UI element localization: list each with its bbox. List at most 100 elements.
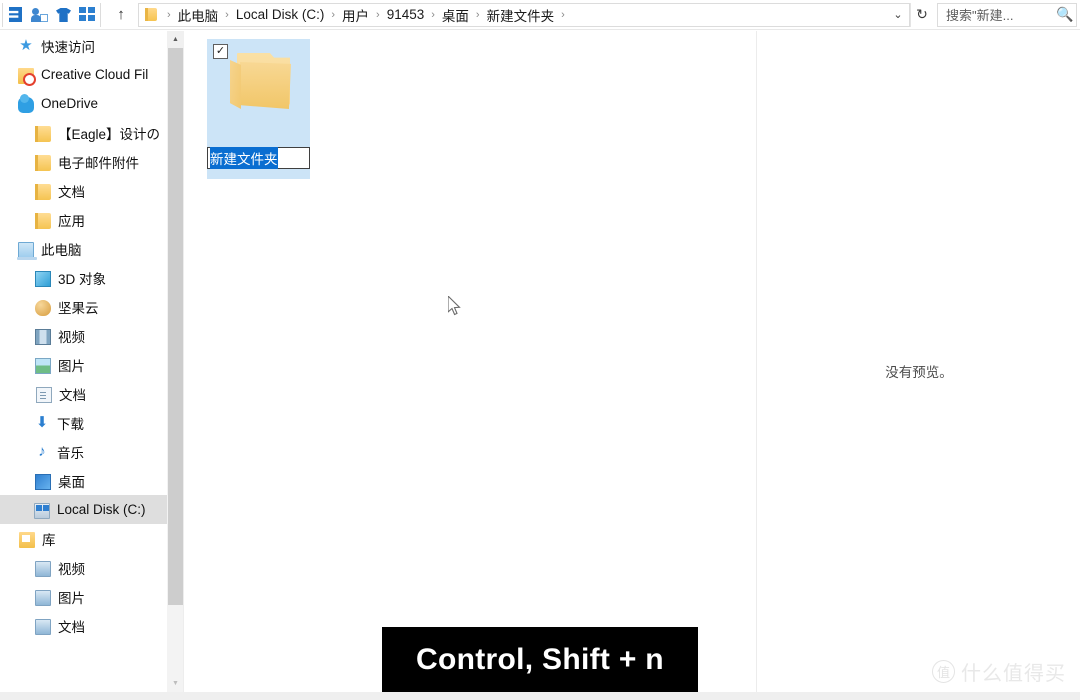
search-input[interactable]: 搜索"新建... 🔍: [937, 2, 1077, 27]
breadcrumb-separator: ›: [376, 8, 380, 21]
breadcrumb-separator: ›: [561, 8, 565, 21]
sidebar-item-onedrive-documents[interactable]: 文档: [0, 176, 167, 205]
sidebar-item-label: 图片: [58, 358, 85, 374]
3d-objects-icon: [35, 270, 51, 287]
breadcrumb: › 此电脑 › Local Disk (C:) › 用户 › 91453 › 桌…: [162, 5, 570, 25]
sidebar-item-creative-cloud-files[interactable]: Creative Cloud Fil: [0, 60, 167, 89]
refresh-button[interactable]: ↻: [910, 2, 933, 27]
search-input-value: 搜索"新建...: [946, 8, 1014, 23]
rename-input[interactable]: 新建文件夹: [207, 147, 310, 169]
folder-icon: [230, 53, 291, 109]
folder-icon: [35, 183, 51, 200]
sidebar-item-this-pc[interactable]: 此电脑: [0, 234, 167, 263]
sidebar-item-label: 应用: [58, 213, 85, 229]
sidebar-item-onedrive[interactable]: OneDrive: [0, 89, 167, 118]
nutstore-icon: [35, 299, 51, 316]
preview-empty-message: 没有预览。: [885, 365, 953, 380]
breadcrumb-separator: ›: [167, 8, 171, 21]
sidebar-item-label: 3D 对象: [58, 271, 107, 287]
folder-icon: [145, 8, 157, 21]
scroll-down-icon[interactable]: ▼: [167, 675, 184, 692]
sidebar-item-label: 音乐: [57, 445, 84, 461]
sidebar-item-label: Local Disk (C:): [57, 502, 146, 517]
breadcrumb-item-this-pc[interactable]: 此电脑: [176, 5, 221, 25]
sidebar-item-documents[interactable]: 文档: [0, 379, 167, 408]
scrollbar-thumb[interactable]: [168, 48, 183, 605]
address-bar-controls: ⌄: [887, 4, 909, 26]
sidebar-item-label: 文档: [58, 184, 85, 200]
sidebar-item-label: 库: [42, 532, 56, 548]
sidebar-item-label: 【Eagle】设计の: [58, 126, 161, 142]
sidebar-item-label: 下载: [57, 416, 84, 432]
onedrive-icon: [18, 94, 34, 113]
music-icon: ♪: [38, 442, 46, 460]
breadcrumb-item-local-disk[interactable]: Local Disk (C:): [234, 7, 327, 22]
item-checkbox[interactable]: ✓: [213, 44, 228, 59]
view-grid-icon[interactable]: [79, 6, 96, 23]
navigation-pane[interactable]: ★ 快速访问 Creative Cloud Fil OneDrive 【Eagl…: [0, 31, 167, 692]
chevron-down-icon[interactable]: ⌄: [887, 4, 909, 26]
rename-input-value: 新建文件夹: [210, 147, 278, 169]
breadcrumb-item-new-folder[interactable]: 新建文件夹: [485, 5, 557, 25]
sidebar-item-label: 坚果云: [58, 300, 99, 316]
pictures-icon: [35, 358, 51, 374]
breadcrumb-item-desktop[interactable]: 桌面: [440, 5, 471, 25]
sidebar-item-label: 桌面: [58, 474, 85, 490]
sidebar-item-library-videos[interactable]: 视频: [0, 553, 167, 582]
breadcrumb-separator: ›: [431, 8, 435, 21]
sidebar-item-label: 此电脑: [41, 242, 82, 258]
sidebar-item-library-documents[interactable]: 文档: [0, 611, 167, 640]
folder-icon: [35, 212, 51, 229]
sidebar-item-downloads[interactable]: ⬇ 下载: [0, 408, 167, 437]
sidebar-item-email-attachments[interactable]: 电子邮件附件: [0, 147, 167, 176]
library-icon: [19, 532, 35, 548]
properties-icon[interactable]: [31, 6, 48, 23]
sidebar-item-libraries[interactable]: 库: [0, 524, 167, 553]
sidebar-item-label: 电子邮件附件: [58, 155, 139, 171]
address-bar[interactable]: › 此电脑 › Local Disk (C:) › 用户 › 91453 › 桌…: [138, 2, 910, 27]
local-disk-icon: [34, 502, 50, 519]
breadcrumb-item-users[interactable]: 用户: [340, 5, 371, 25]
sidebar-item-apps[interactable]: 应用: [0, 205, 167, 234]
folder-icon: [35, 125, 51, 142]
new-item-icon[interactable]: [55, 6, 72, 23]
sidebar-item-label: 文档: [59, 387, 86, 403]
sidebar-item-videos[interactable]: 视频: [0, 321, 167, 350]
documents-icon: [36, 386, 52, 403]
downloads-icon: ⬇: [35, 413, 49, 431]
sidebar-item-label: Creative Cloud Fil: [41, 67, 149, 82]
sidebar-item-desktop[interactable]: 桌面: [0, 466, 167, 495]
up-one-level-button[interactable]: ↑: [108, 2, 134, 28]
star-icon: ★: [19, 36, 33, 54]
file-list-area[interactable]: ✓ 新建文件夹: [185, 31, 757, 692]
sidebar-item-quick-access[interactable]: ★ 快速访问: [0, 31, 167, 60]
breadcrumb-separator: ›: [331, 8, 336, 21]
mouse-cursor: [448, 296, 461, 316]
keystroke-text: Control, Shift + n: [416, 642, 664, 676]
sidebar-item-pictures[interactable]: 图片: [0, 350, 167, 379]
sidebar-item-label: 图片: [58, 590, 85, 606]
navigation-pane-scrollbar[interactable]: ▲ ▼: [167, 31, 184, 692]
search-icon[interactable]: 🔍: [1054, 6, 1076, 23]
sidebar-item-label: OneDrive: [41, 96, 99, 111]
folder-icon: [35, 154, 51, 171]
keystroke-overlay: Control, Shift + n: [382, 627, 698, 692]
file-item-new-folder[interactable]: ✓ 新建文件夹: [207, 39, 310, 179]
sidebar-item-local-disk-c[interactable]: Local Disk (C:): [0, 495, 167, 524]
this-pc-icon: [17, 242, 37, 260]
save-icon[interactable]: [7, 6, 24, 23]
sidebar-item-3d-objects[interactable]: 3D 对象: [0, 263, 167, 292]
breadcrumb-separator: ›: [225, 8, 229, 21]
sidebar-item-label: 快速访问: [41, 39, 95, 55]
sidebar-item-eagle-design[interactable]: 【Eagle】设计の: [0, 118, 167, 147]
breadcrumb-item-91453[interactable]: 91453: [385, 7, 427, 22]
quick-access-toolbar: [2, 2, 101, 27]
top-toolbar: ↑ › 此电脑 › Local Disk (C:) › 用户 › 91453 ›…: [0, 0, 1080, 30]
sidebar-item-nutstore[interactable]: 坚果云: [0, 292, 167, 321]
library-pictures-icon: [35, 590, 51, 606]
sidebar-item-label: 视频: [58, 329, 85, 345]
sidebar-item-library-pictures[interactable]: 图片: [0, 582, 167, 611]
scroll-up-icon[interactable]: ▲: [167, 31, 184, 48]
sidebar-item-music[interactable]: ♪ 音乐: [0, 437, 167, 466]
status-bar: [0, 692, 1080, 700]
